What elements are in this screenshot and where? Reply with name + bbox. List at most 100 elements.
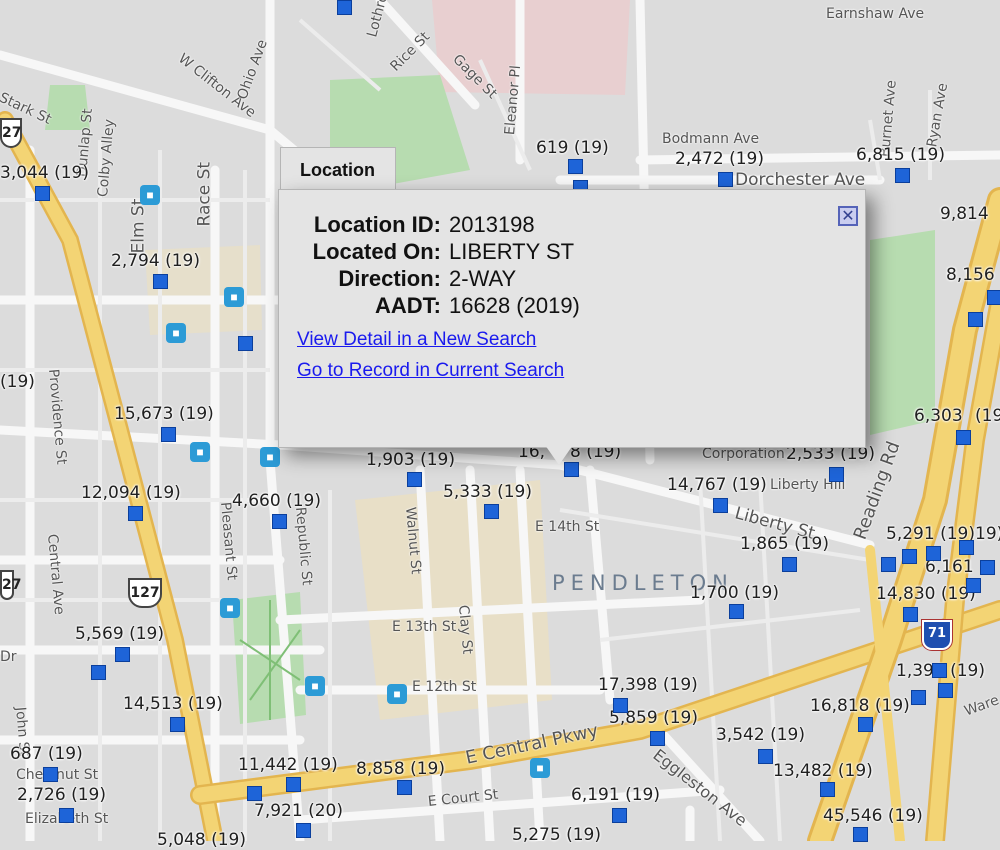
field-value: LIBERTY ST: [449, 239, 575, 264]
count-label: 19): [975, 524, 1000, 544]
count-station-marker[interactable]: [612, 808, 627, 823]
count-label: 8,858 (19): [356, 759, 445, 779]
street-label-race: Race St: [194, 161, 215, 227]
count-station-marker[interactable]: [829, 467, 844, 482]
streetcar-stop-icon[interactable]: ■: [140, 185, 160, 205]
field-direction: Direction: 2-WAY: [279, 266, 865, 292]
count-label: (19): [0, 372, 35, 392]
count-station-marker[interactable]: [238, 336, 253, 351]
count-station-marker[interactable]: [153, 274, 168, 289]
street-label-e-13th: E 13th St: [392, 619, 457, 635]
count-station-marker[interactable]: [858, 717, 873, 732]
field-key: Direction:: [338, 266, 441, 291]
count-label: 6,303: [914, 406, 963, 426]
count-label: 3,044 (19): [0, 163, 89, 183]
field-key: AADT:: [375, 293, 441, 318]
streetcar-stop-icon[interactable]: ■: [260, 447, 280, 467]
count-station-marker[interactable]: [853, 827, 868, 842]
count-label: 13,482 (19): [773, 761, 873, 781]
count-label: (19: [975, 406, 1000, 426]
field-value: 2-WAY: [449, 266, 517, 291]
count-station-marker[interactable]: [59, 808, 74, 823]
count-station-marker[interactable]: [729, 604, 744, 619]
go-to-record-link[interactable]: Go to Record in Current Search: [297, 360, 564, 382]
count-label: 14,513 (19): [123, 694, 223, 714]
streetcar-stop-icon[interactable]: ■: [387, 684, 407, 704]
count-label: 8,156: [946, 265, 995, 285]
count-station-marker[interactable]: [782, 557, 797, 572]
count-station-marker[interactable]: [568, 159, 583, 174]
count-station-marker[interactable]: [966, 578, 981, 593]
streetcar-stop-icon[interactable]: ■: [166, 323, 186, 343]
count-station-marker[interactable]: [718, 172, 733, 187]
field-located-on: Located On: LIBERTY ST: [279, 239, 865, 265]
street-label-clay: Clay St: [455, 604, 476, 655]
count-label: 2,726 (19): [17, 785, 106, 805]
count-label: 6,815 (19): [856, 145, 945, 165]
count-station-marker[interactable]: [956, 430, 971, 445]
count-station-marker[interactable]: [484, 504, 499, 519]
count-label: 1,700 (19): [690, 583, 779, 603]
count-station-marker[interactable]: [903, 607, 918, 622]
route-shield-127: 127: [128, 578, 162, 608]
street-label-bodmann: Bodmann Ave: [662, 131, 760, 147]
count-label: 2,533 (19): [786, 444, 875, 464]
popup-tab-location[interactable]: Location: [280, 147, 396, 191]
count-station-marker[interactable]: [161, 427, 176, 442]
route-shield-27-west: 27: [0, 570, 21, 600]
streetcar-stop-icon[interactable]: ■: [305, 676, 325, 696]
count-station-marker[interactable]: [980, 560, 995, 575]
count-station-marker[interactable]: [286, 777, 301, 792]
count-label: 17,398 (19): [598, 675, 698, 695]
count-label: 687 (19): [10, 744, 83, 764]
field-location-id: Location ID: 2013198: [279, 212, 865, 238]
count-station-marker[interactable]: [337, 0, 352, 15]
popup-pointer: [545, 445, 573, 465]
count-station-marker[interactable]: [397, 780, 412, 795]
count-station-marker[interactable]: [895, 168, 910, 183]
street-label-e-14th: E 14th St: [535, 519, 600, 535]
count-station-marker[interactable]: [758, 749, 773, 764]
count-label: 16,818 (19): [810, 696, 910, 716]
streetcar-stop-icon[interactable]: ■: [224, 287, 244, 307]
count-station-marker[interactable]: [407, 472, 422, 487]
route-shield-27: 27: [0, 118, 22, 148]
location-popup: ✕ Location ID: 2013198 Located On: LIBER…: [278, 189, 866, 448]
count-label: 619 (19): [536, 138, 609, 158]
streetcar-stop-icon[interactable]: ■: [220, 598, 240, 618]
count-station-marker[interactable]: [881, 557, 896, 572]
count-label: 1,903 (19): [366, 450, 455, 470]
count-station-marker[interactable]: [613, 698, 628, 713]
view-detail-link[interactable]: View Detail in a New Search: [297, 329, 536, 351]
count-station-marker[interactable]: [91, 665, 106, 680]
count-station-marker[interactable]: [170, 717, 185, 732]
count-station-marker[interactable]: [902, 549, 917, 564]
count-station-marker[interactable]: [650, 731, 665, 746]
count-station-marker[interactable]: [932, 663, 947, 678]
count-label: 5,569 (19): [75, 624, 164, 644]
count-station-marker[interactable]: [43, 767, 58, 782]
count-station-marker[interactable]: [820, 782, 835, 797]
street-label-e-12th: E 12th St: [412, 679, 477, 695]
streetcar-stop-icon[interactable]: ■: [190, 442, 210, 462]
count-station-marker[interactable]: [911, 690, 926, 705]
street-label-dorchester: Dorchester Ave: [735, 170, 866, 190]
count-station-marker[interactable]: [296, 823, 311, 838]
count-station-marker[interactable]: [272, 514, 287, 529]
count-station-marker[interactable]: [959, 540, 974, 555]
field-key: Located On:: [312, 239, 441, 264]
count-label: 6,191 (19): [571, 785, 660, 805]
count-label: 6,161: [925, 557, 974, 577]
count-station-marker[interactable]: [35, 186, 50, 201]
streetcar-stop-icon[interactable]: ■: [530, 758, 550, 778]
count-label: 2,794 (19): [111, 251, 200, 271]
count-station-marker[interactable]: [128, 506, 143, 521]
interstate-shield-71: 71: [922, 620, 952, 650]
count-station-marker[interactable]: [987, 290, 1000, 305]
count-station-marker[interactable]: [938, 683, 953, 698]
count-station-marker[interactable]: [968, 312, 983, 327]
count-station-marker[interactable]: [247, 786, 262, 801]
count-station-marker[interactable]: [926, 546, 941, 561]
count-station-marker[interactable]: [115, 647, 130, 662]
count-station-marker[interactable]: [713, 498, 728, 513]
